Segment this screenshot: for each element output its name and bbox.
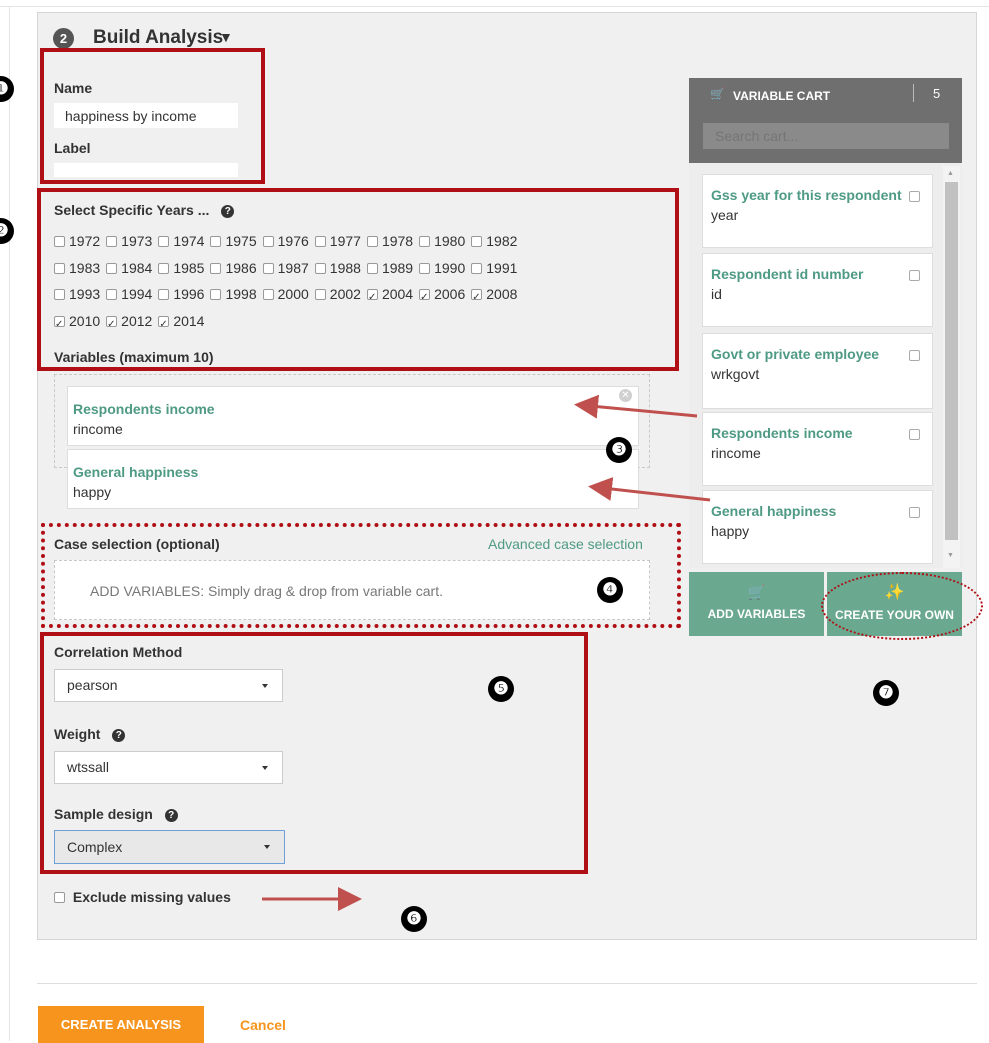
annotation-arrows <box>262 394 711 911</box>
arrow-to-income-variable <box>574 394 698 419</box>
arrow-to-happiness-variable <box>588 477 711 502</box>
